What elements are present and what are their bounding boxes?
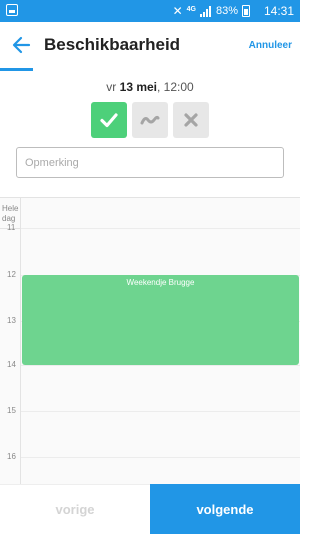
- time: 12:00: [163, 80, 194, 94]
- notification-icon: [6, 4, 18, 16]
- progress-indicator: [0, 68, 33, 71]
- x-icon: [184, 113, 198, 127]
- all-day-label: Hele dag: [2, 204, 20, 224]
- hour-label: 13: [7, 316, 16, 325]
- maybe-button[interactable]: [132, 102, 168, 138]
- status-icons: ✕ 4G 83%: [173, 4, 250, 18]
- weekday: vr: [106, 80, 117, 94]
- previous-button[interactable]: vorige: [0, 484, 150, 534]
- date-time-row: vr 13 mei, 12:00: [0, 80, 300, 94]
- available-button[interactable]: [91, 102, 127, 138]
- battery-icon: [242, 5, 250, 17]
- signal-icon: [199, 5, 212, 17]
- all-day-label-line1: Hele: [2, 204, 19, 213]
- date-separator: ,: [157, 80, 164, 94]
- wave-icon: [140, 115, 160, 125]
- hour-label: 16: [7, 452, 16, 461]
- all-day-row[interactable]: Hele dag: [0, 198, 300, 229]
- time-gutter-divider: [20, 198, 21, 484]
- app-bar: Beschikbaarheid Annuleer: [0, 22, 300, 70]
- page-title: Beschikbaarheid: [44, 35, 181, 54]
- check-icon: [100, 113, 118, 128]
- next-button[interactable]: volgende: [150, 484, 300, 534]
- cancel-button[interactable]: Annuleer: [249, 40, 292, 51]
- hour-label: 15: [7, 406, 16, 415]
- event-title: Weekendje Brugge: [126, 278, 195, 287]
- network-type: 4G: [186, 5, 196, 13]
- hour-label: 14: [7, 360, 16, 369]
- hour-label: 11: [7, 223, 16, 232]
- unavailable-button[interactable]: [173, 102, 209, 138]
- date: 13 mei: [119, 80, 157, 94]
- mute-icon: ✕: [172, 4, 183, 18]
- day-calendar[interactable]: Hele dag 11 12 13 14 15 16 Weekendje Bru…: [0, 197, 300, 484]
- hour-row: 14: [0, 360, 300, 369]
- hour-row: 16: [0, 452, 300, 461]
- status-bar: ✕ 4G 83% 14:31: [0, 0, 300, 22]
- back-arrow-icon[interactable]: [10, 34, 32, 56]
- clock: 14:31: [263, 4, 294, 18]
- calendar-event[interactable]: Weekendje Brugge: [22, 275, 299, 365]
- hour-row: 11: [0, 223, 300, 232]
- hour-label: 12: [7, 270, 16, 279]
- remark-input[interactable]: [16, 147, 284, 178]
- battery-percent: 83%: [215, 5, 238, 17]
- hour-row: 15: [0, 406, 300, 415]
